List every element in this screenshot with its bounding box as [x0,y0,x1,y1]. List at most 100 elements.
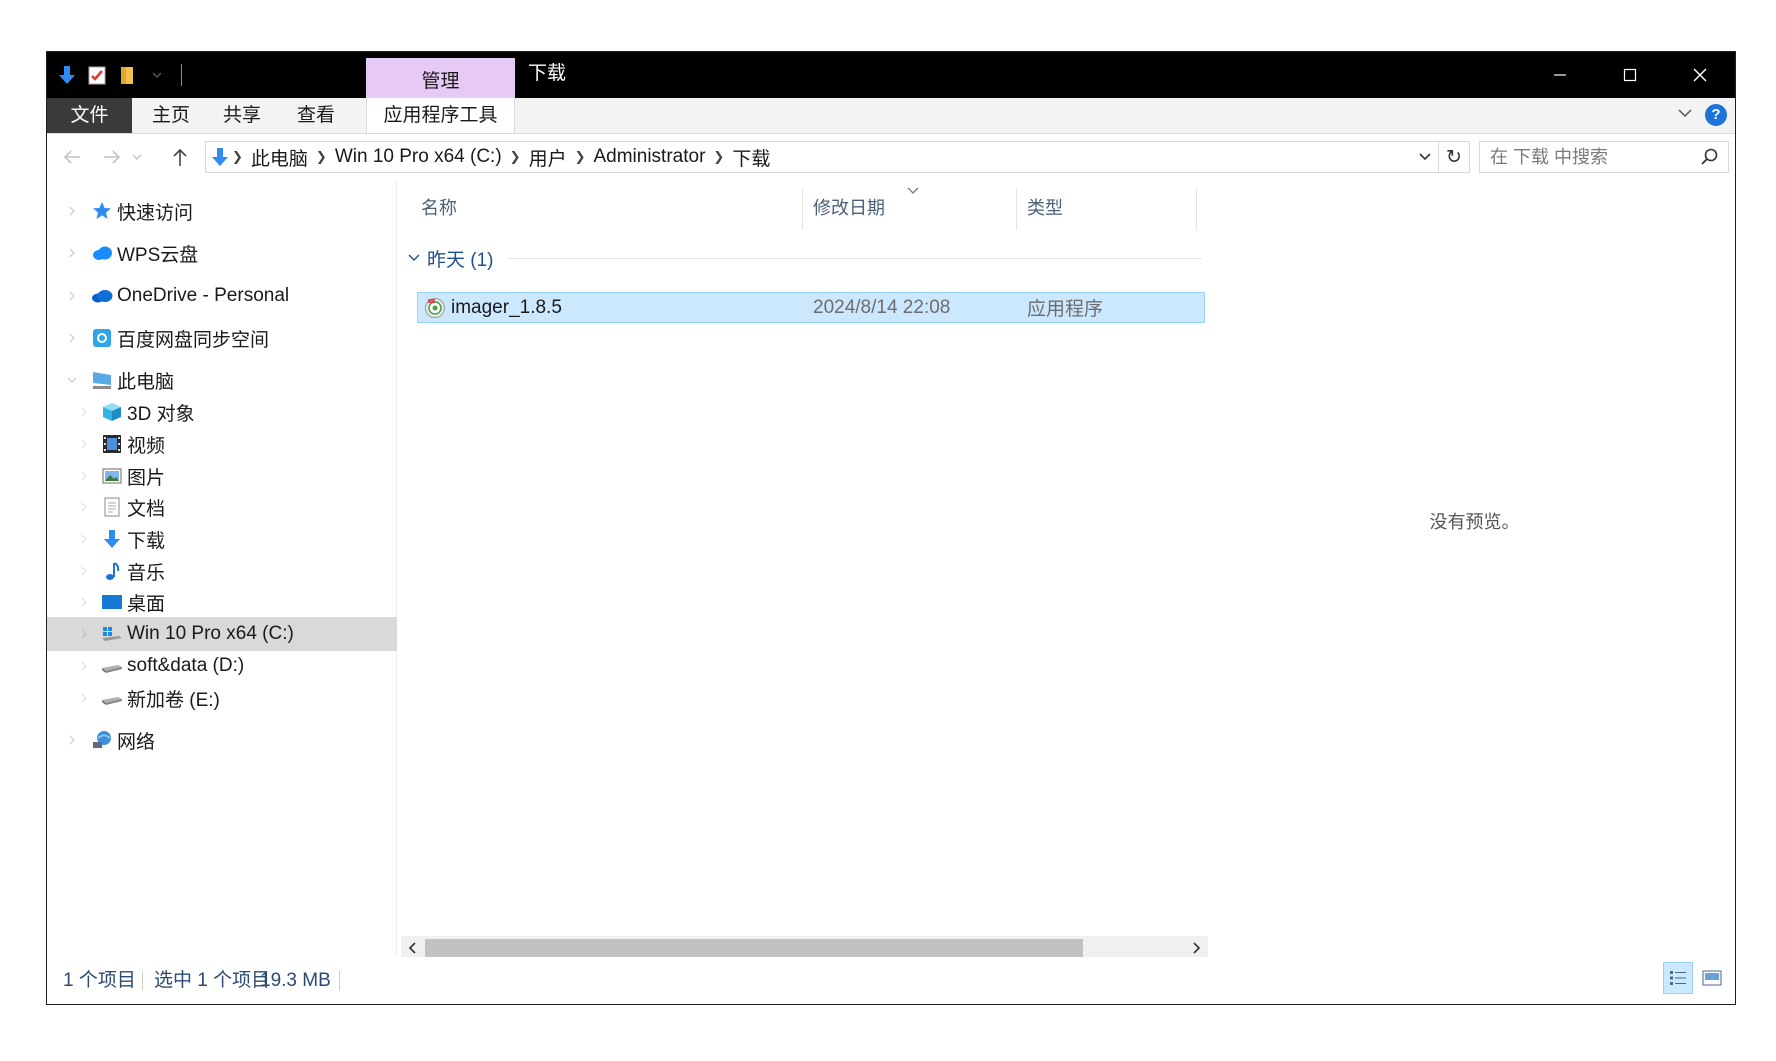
expand-chevron-icon[interactable] [65,204,79,218]
expand-chevron-icon[interactable] [77,469,91,483]
tab-home[interactable]: 主页 [132,98,210,133]
star-icon [91,200,113,222]
status-bar: 1 个项目 选中 1 个项目 19.3 MB [47,957,1735,1004]
file-row[interactable]: imager_1.8.5 2024/8/14 22:08 应用程序 [417,292,1205,323]
toolbar-separator [181,64,182,86]
nav-item-3d-objects[interactable]: 3D 对象 [47,395,397,429]
tab-application-tools[interactable]: 应用程序工具 [366,98,515,133]
address-bar[interactable]: ❯ 此电脑 ❯ Win 10 Pro x64 (C:) ❯ 用户 ❯ Admin… [205,141,1470,173]
nav-item-music[interactable]: 音乐 [47,554,397,588]
details-view-button[interactable] [1663,962,1693,994]
help-icon[interactable]: ? [1705,104,1727,126]
search-input[interactable] [1480,142,1710,172]
nav-item-this-pc[interactable]: 此电脑 [47,363,397,397]
music-icon [101,560,123,582]
close-button[interactable] [1665,52,1735,98]
tab-manage[interactable]: 管理 [366,58,515,98]
breadcrumb: ❯ 此电脑 ❯ Win 10 Pro x64 (C:) ❯ 用户 ❯ Admin… [206,142,778,172]
nav-item-pictures[interactable]: 图片 [47,459,397,493]
expand-ribbon-icon[interactable] [1677,106,1693,124]
navigation-pane: 快速访问 WPS云盘 OneDrive - Personal 百度网盘同步空间 [47,180,397,957]
tab-share[interactable]: 共享 [210,98,274,133]
scrollbar-thumb[interactable] [425,939,1083,957]
expand-chevron-icon[interactable] [77,437,91,451]
nav-item-wps-cloud[interactable]: WPS云盘 [47,236,397,270]
properties-icon[interactable] [87,64,107,86]
search-icon[interactable] [1700,147,1720,172]
expand-chevron-icon[interactable] [65,289,79,303]
status-divider [142,971,143,991]
minimize-button[interactable] [1525,52,1595,98]
recent-locations-button[interactable] [127,142,147,172]
nav-item-c-drive[interactable]: Win 10 Pro x64 (C:) [47,617,397,651]
expand-chevron-icon[interactable] [77,405,91,419]
new-folder-icon[interactable] [117,64,137,86]
forward-button[interactable] [97,142,127,172]
expand-chevron-icon[interactable] [77,532,91,546]
item-count: 1 个项目 [63,970,136,991]
breadcrumb-users[interactable]: 用户 [521,144,575,171]
chevron-right-icon[interactable]: ❯ [510,149,521,165]
expand-chevron-icon[interactable] [65,246,79,260]
nav-item-downloads[interactable]: 下载 [47,522,397,556]
downloads-icon [101,528,123,550]
chevron-right-icon[interactable]: ❯ [232,149,243,165]
video-icon [101,433,123,455]
drive-icon [101,687,123,709]
tab-file[interactable]: 文件 [47,98,132,133]
group-label: 昨天 (1) [427,249,494,271]
collapse-chevron-icon[interactable] [65,373,79,387]
search-box[interactable] [1479,141,1729,173]
refresh-button[interactable]: ↻ [1438,142,1469,172]
expand-chevron-icon[interactable] [77,691,91,705]
chevron-right-icon[interactable]: ❯ [713,149,724,165]
nav-item-onedrive[interactable]: OneDrive - Personal [47,279,397,313]
drive-icon [101,655,123,677]
expand-chevron-icon[interactable] [77,659,91,673]
chevron-right-icon[interactable]: ❯ [575,149,586,165]
nav-item-documents[interactable]: 文档 [47,490,397,524]
expand-chevron-icon[interactable] [65,733,79,747]
nav-item-videos[interactable]: 视频 [47,427,397,461]
expand-chevron-icon[interactable] [77,595,91,609]
expand-chevron-icon[interactable] [77,500,91,514]
large-icons-view-button[interactable] [1697,962,1727,994]
download-arrow-icon[interactable] [57,64,77,86]
nav-item-e-drive[interactable]: 新加卷 (E:) [47,681,397,715]
expand-chevron-icon[interactable] [65,331,79,345]
column-header-date[interactable]: 修改日期 [789,180,1016,237]
column-divider[interactable] [1196,188,1197,230]
customize-toolbar-icon[interactable] [147,64,167,86]
onedrive-icon [91,285,113,307]
nav-item-quick-access[interactable]: 快速访问 [47,194,397,228]
nav-item-network[interactable]: 网络 [47,723,397,757]
file-date: 2024/8/14 22:08 [813,296,951,318]
group-header[interactable]: 昨天 (1) [407,243,1202,273]
up-button[interactable] [165,142,195,172]
expand-chevron-icon[interactable] [77,627,91,641]
address-history-dropdown[interactable] [1412,142,1438,172]
preview-pane: 没有预览。 [1214,180,1735,957]
breadcrumb-administrator[interactable]: Administrator [585,146,713,168]
column-header-type[interactable]: 类型 [1003,180,1196,237]
nav-item-baidu-sync[interactable]: 百度网盘同步空间 [47,321,397,355]
baidu-icon [91,327,113,349]
cloud-icon [91,242,113,264]
system-drive-icon [101,623,123,645]
group-collapse-icon[interactable] [407,253,421,263]
column-header-name[interactable]: 名称 [397,180,802,237]
tab-view[interactable]: 查看 [274,98,358,133]
back-button[interactable] [57,142,87,172]
breadcrumb-c-drive[interactable]: Win 10 Pro x64 (C:) [327,146,510,168]
nav-item-d-drive[interactable]: soft&data (D:) [47,649,397,683]
file-explorer-window: 管理 下载 文件 主页 共享 查看 应用程序工具 ? ❯ 此电脑 ❯ Win 1… [46,51,1736,1005]
breadcrumb-downloads[interactable]: 下载 [724,144,778,171]
maximize-button[interactable] [1595,52,1665,98]
breadcrumb-this-pc[interactable]: 此电脑 [243,144,316,171]
expand-chevron-icon[interactable] [77,564,91,578]
window-title: 下载 [528,63,567,84]
chevron-right-icon[interactable]: ❯ [316,149,327,165]
nav-item-desktop[interactable]: 桌面 [47,585,397,619]
network-icon [91,729,113,751]
ribbon-tabs: 文件 主页 共享 查看 应用程序工具 ? [47,98,1735,134]
